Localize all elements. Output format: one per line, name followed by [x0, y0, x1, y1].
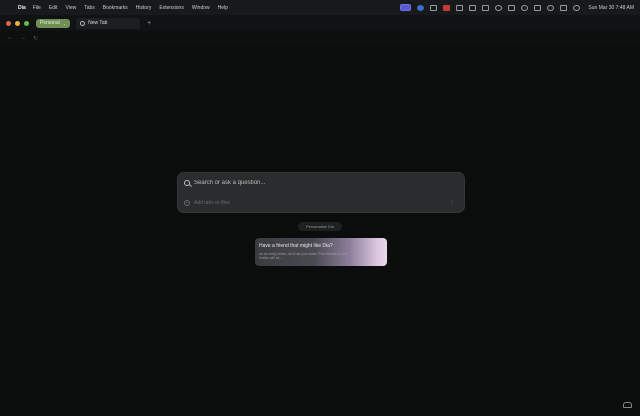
- status-tray: Sun Mar 30 7:48 AM: [400, 0, 634, 15]
- forward-arrow-icon[interactable]: →: [20, 35, 26, 41]
- search-panel: + Add tabs or files ⋮: [177, 172, 465, 213]
- incognito-icon[interactable]: [623, 402, 632, 408]
- siri-icon[interactable]: [573, 4, 581, 11]
- profile-label: Personal: [40, 20, 60, 26]
- app-status-icon[interactable]: [417, 4, 425, 11]
- zoom-window-button[interactable]: [24, 20, 29, 26]
- back-arrow-icon[interactable]: ←: [7, 35, 13, 41]
- tray-alert-icon[interactable]: [443, 4, 451, 11]
- new-tab-favicon-icon: [80, 20, 86, 26]
- screen-recording-icon[interactable]: [400, 4, 412, 11]
- menu-help[interactable]: Help: [218, 5, 228, 11]
- battery-icon[interactable]: [534, 4, 542, 11]
- control-center-icon[interactable]: [560, 4, 568, 11]
- menu-bookmarks[interactable]: Bookmarks: [103, 5, 128, 11]
- tray-display-icon[interactable]: [469, 4, 477, 11]
- tab-strip: Personal ⌄ New Tab +: [0, 15, 640, 31]
- tray-window-icon[interactable]: [482, 4, 490, 11]
- menu-view[interactable]: View: [65, 5, 76, 11]
- apple-menu-icon[interactable]: [6, 4, 13, 11]
- tray-audio-icon[interactable]: [521, 4, 529, 11]
- reload-icon[interactable]: ↻: [33, 35, 38, 42]
- chevron-down-icon: ⌄: [62, 20, 67, 26]
- more-options-icon[interactable]: ⋮: [449, 199, 455, 206]
- wifi-icon[interactable]: [547, 4, 555, 11]
- menu-bar: Dia File Edit View Tabs Bookmarks Histor…: [0, 0, 640, 15]
- personalize-button[interactable]: Personalize Dia: [298, 222, 342, 231]
- navigation-toolbar: ← → ↻: [0, 31, 640, 45]
- search-input[interactable]: [194, 180, 434, 186]
- tab-new-tab[interactable]: New Tab: [76, 17, 141, 29]
- search-row: [184, 180, 434, 186]
- close-window-button[interactable]: [6, 20, 11, 26]
- tray-app-icon[interactable]: [430, 4, 438, 11]
- promo-body: As an early tester, we trust your taste.…: [259, 252, 347, 260]
- window-controls: [6, 20, 29, 26]
- tray-timer-icon[interactable]: [495, 4, 503, 11]
- minimize-window-button[interactable]: [15, 20, 20, 26]
- promo-title: Have a friend that might like Dia?: [259, 243, 333, 249]
- menu-history[interactable]: History: [136, 5, 152, 11]
- tray-sync-icon[interactable]: [456, 4, 464, 11]
- menu-tabs[interactable]: Tabs: [84, 5, 95, 11]
- add-tabs-label: Add tabs or files: [194, 200, 230, 206]
- add-context-icon[interactable]: +: [184, 200, 190, 206]
- menu-clock[interactable]: Sun Mar 30 7:48 AM: [588, 5, 634, 11]
- invite-promo-card[interactable]: Have a friend that might like Dia? As an…: [255, 238, 387, 266]
- tray-keyboard-icon[interactable]: [508, 4, 516, 11]
- profile-switcher[interactable]: Personal ⌄: [36, 18, 71, 28]
- menu-app-name[interactable]: Dia: [18, 5, 26, 11]
- add-tabs-row[interactable]: + Add tabs or files: [184, 200, 230, 206]
- menu-extensions[interactable]: Extensions: [159, 5, 183, 11]
- menu-edit[interactable]: Edit: [49, 5, 58, 11]
- new-tab-plus-icon[interactable]: +: [147, 20, 151, 27]
- tab-title: New Tab: [88, 20, 108, 26]
- menu-window[interactable]: Window: [192, 5, 210, 11]
- menu-file[interactable]: File: [33, 5, 41, 11]
- search-icon: [184, 180, 190, 186]
